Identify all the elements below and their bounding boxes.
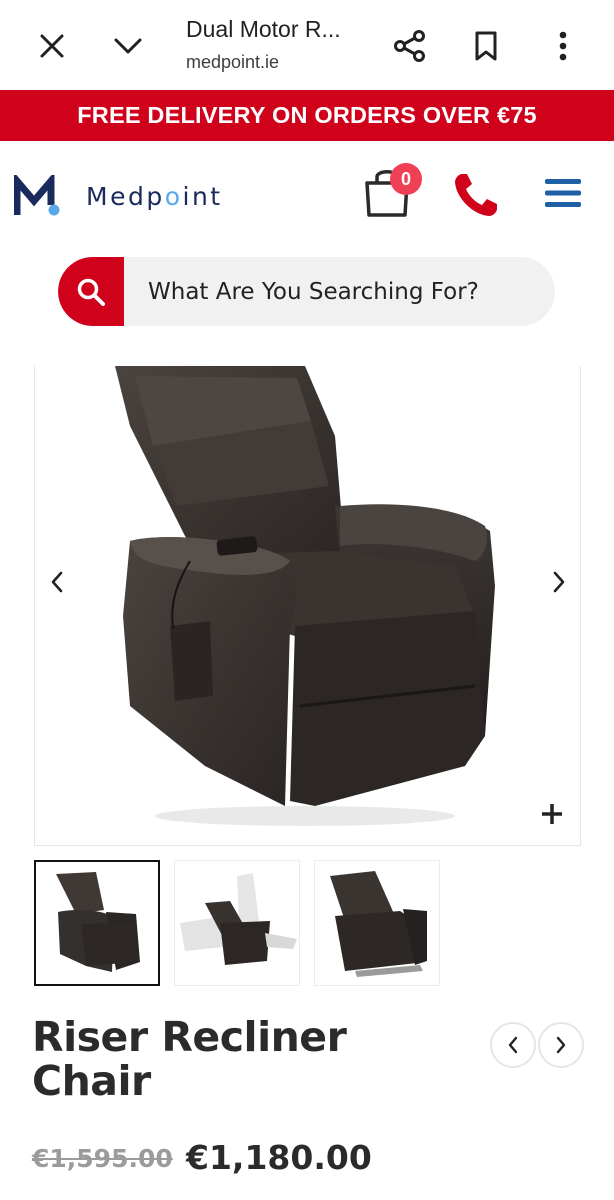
thumbnail-image	[56, 872, 140, 972]
search-input[interactable]	[124, 257, 555, 326]
thumbnail-2[interactable]	[174, 860, 300, 986]
close-icon[interactable]	[34, 28, 70, 64]
tab-title: Dual Motor R...	[186, 16, 341, 42]
site-header: Medpoint 0	[0, 141, 614, 246]
page-domain: medpoint.ie	[186, 52, 280, 72]
zoom-plus-icon[interactable]	[540, 802, 564, 826]
logo-text-part: int	[182, 181, 223, 211]
more-vert-icon[interactable]	[548, 26, 578, 66]
browser-toolbar: Dual Motor R... medpoint.ie	[0, 0, 614, 90]
logo-text: Medpoint	[86, 182, 223, 211]
search-button[interactable]	[58, 257, 124, 326]
original-price: €1,595.00	[32, 1144, 173, 1173]
chevron-right-icon	[556, 1036, 566, 1054]
logo-text-part: Medp	[86, 181, 165, 211]
chevron-left-icon	[508, 1036, 518, 1054]
site-logo[interactable]: Medpoint	[14, 175, 223, 217]
phone-icon[interactable]	[452, 171, 500, 219]
logo-text-accent: o	[164, 181, 183, 211]
cart-count-badge: 0	[390, 163, 422, 195]
thumbnail-image	[330, 871, 427, 977]
search-bar	[58, 257, 555, 326]
thumbnail-strip	[34, 860, 454, 988]
thumbnail-1[interactable]	[34, 860, 160, 986]
prev-product-button[interactable]	[490, 1022, 536, 1068]
bookmark-icon[interactable]	[468, 26, 504, 66]
logo-mark-icon	[14, 175, 60, 216]
next-product-button[interactable]	[538, 1022, 584, 1068]
search-icon	[77, 278, 105, 306]
thumbnail-image	[180, 873, 297, 965]
promo-banner: FREE DELIVERY ON ORDERS OVER €75	[0, 90, 614, 141]
sale-price: €1,180.00	[186, 1138, 372, 1177]
product-title: Riser Recliner Chair	[32, 1013, 347, 1105]
gallery-next-arrow[interactable]	[539, 562, 579, 602]
menu-icon[interactable]	[545, 177, 583, 209]
chevron-right-icon	[553, 571, 565, 593]
chevron-left-icon	[51, 571, 63, 593]
chevron-down-icon[interactable]	[110, 28, 146, 64]
product-image[interactable]	[35, 366, 580, 845]
gallery-prev-arrow[interactable]	[37, 562, 77, 602]
share-icon[interactable]	[390, 26, 430, 66]
promo-text: FREE DELIVERY ON ORDERS OVER €75	[77, 102, 537, 128]
thumbnail-3[interactable]	[314, 860, 440, 986]
product-gallery	[34, 366, 581, 846]
